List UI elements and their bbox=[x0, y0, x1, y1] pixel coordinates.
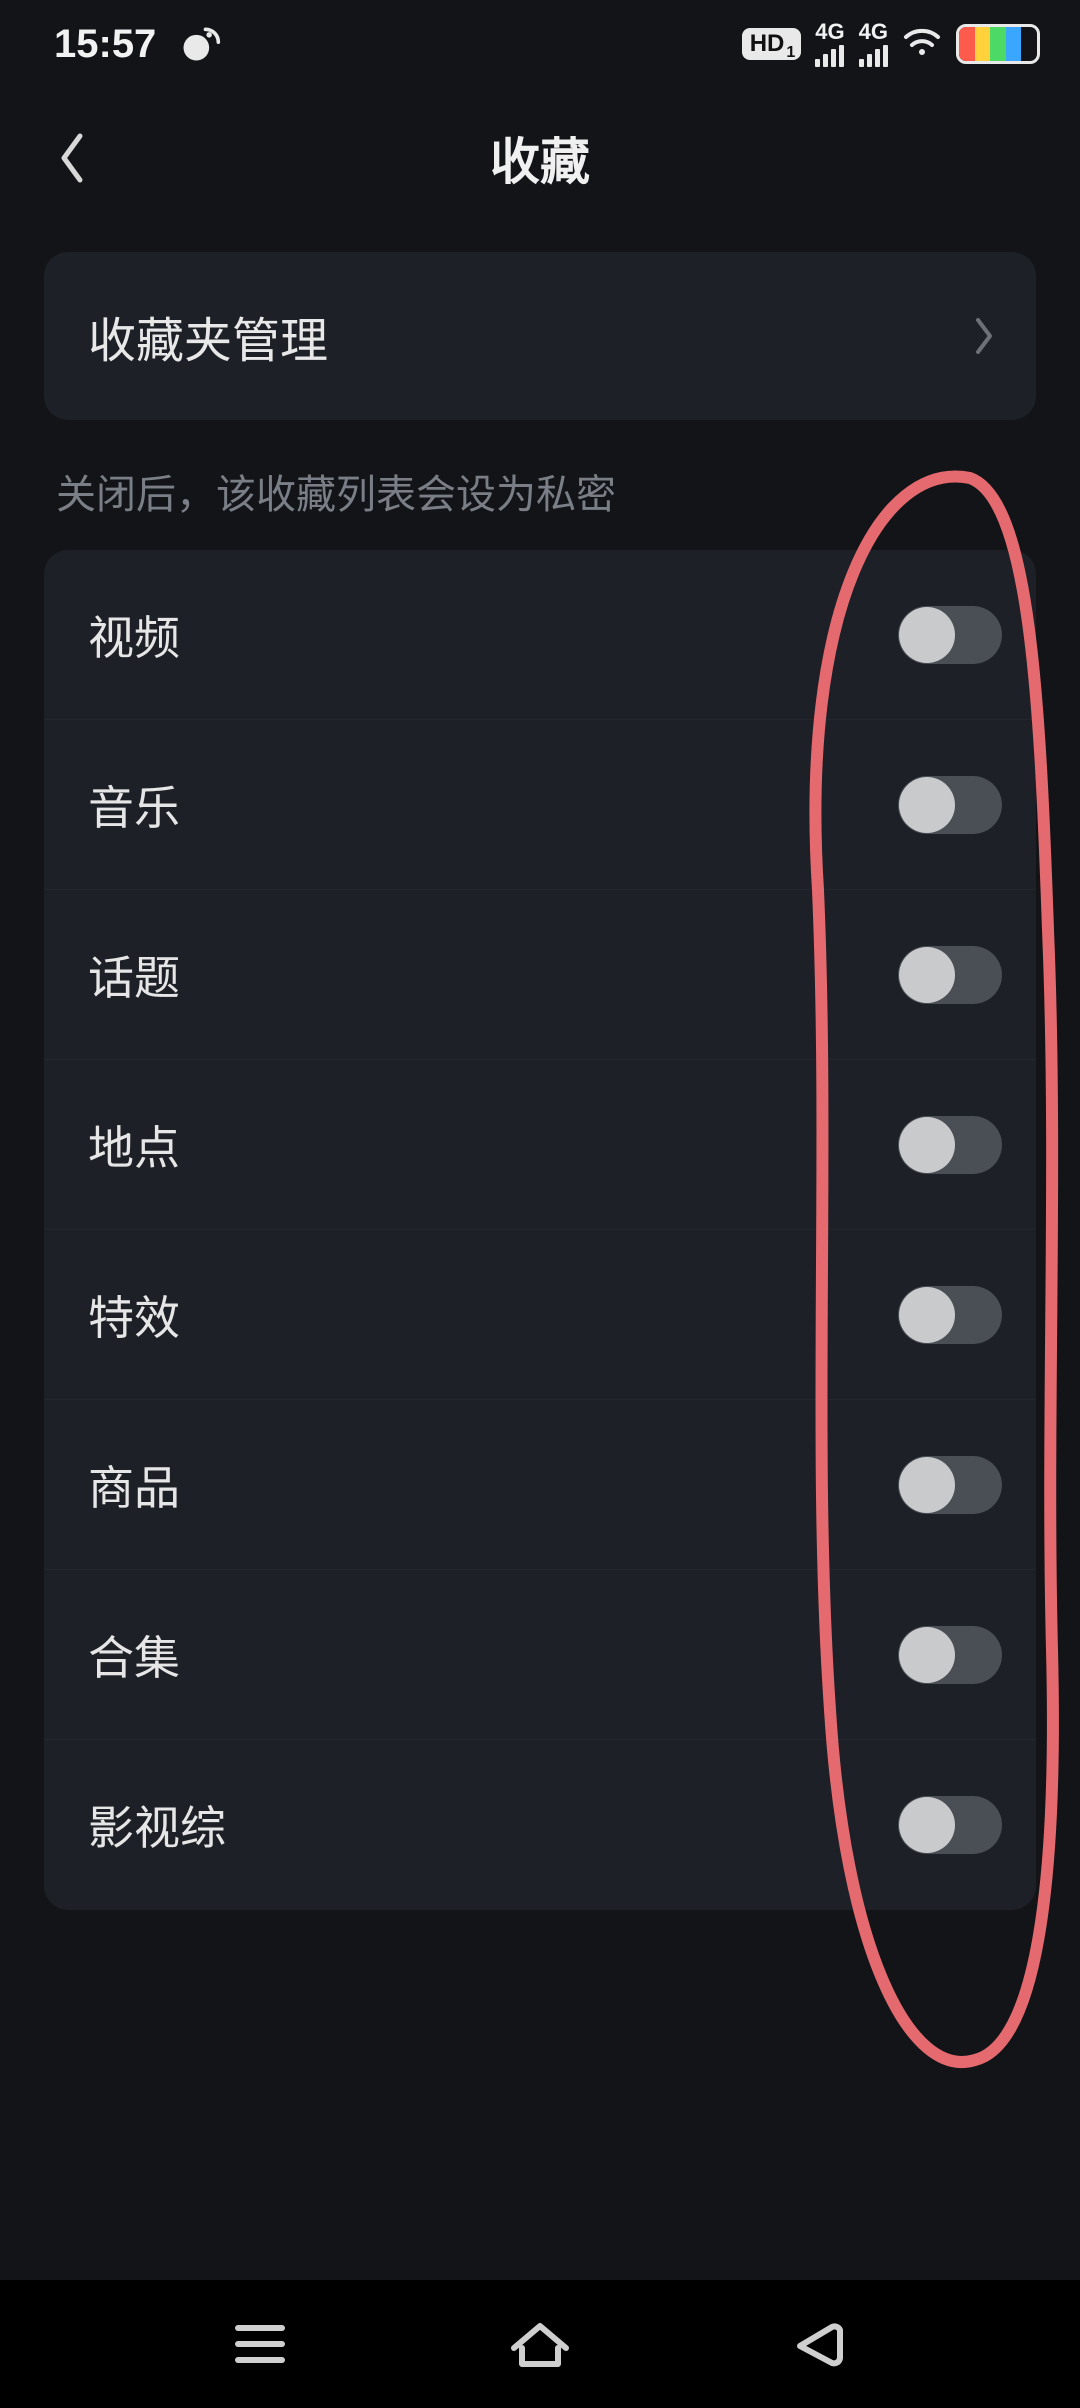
toggle-row: 影视综 bbox=[44, 1740, 1036, 1910]
toggle-row: 合集 bbox=[44, 1570, 1036, 1740]
toggle-label: 音乐 bbox=[88, 772, 180, 838]
toggle-label: 合集 bbox=[88, 1622, 180, 1688]
toggle-row: 地点 bbox=[44, 1060, 1036, 1230]
toggle-switch[interactable] bbox=[898, 946, 1002, 1004]
favorites-management-label: 收藏夹管理 bbox=[88, 301, 328, 371]
toggle-label: 影视综 bbox=[88, 1792, 226, 1858]
toggle-switch[interactable] bbox=[898, 776, 1002, 834]
toggle-label: 商品 bbox=[88, 1452, 180, 1518]
toggle-row: 商品 bbox=[44, 1400, 1036, 1570]
chevron-left-icon bbox=[56, 130, 88, 186]
toggle-switch[interactable] bbox=[898, 1626, 1002, 1684]
toggle-label: 话题 bbox=[88, 942, 180, 1008]
app-header: 收藏 bbox=[0, 88, 1080, 228]
home-icon bbox=[508, 2318, 572, 2370]
toggle-label: 视频 bbox=[88, 602, 180, 668]
nav-home-button[interactable] bbox=[500, 2312, 580, 2376]
favorites-management-row[interactable]: 收藏夹管理 bbox=[44, 252, 1036, 420]
wifi-icon bbox=[902, 22, 942, 67]
toggle-row: 特效 bbox=[44, 1230, 1036, 1400]
hd-badge: HD1 bbox=[742, 28, 802, 60]
toggle-switch[interactable] bbox=[898, 606, 1002, 664]
android-nav-bar bbox=[0, 2280, 1080, 2408]
toggle-label: 地点 bbox=[88, 1112, 180, 1178]
status-time: 15:57 bbox=[54, 22, 156, 67]
privacy-hint: 关闭后，该收藏列表会设为私密 bbox=[44, 420, 1036, 550]
toggle-switch[interactable] bbox=[898, 1796, 1002, 1854]
toggle-row: 视频 bbox=[44, 550, 1036, 720]
menu-icon bbox=[228, 2318, 292, 2370]
toggle-list: 视频音乐话题地点特效商品合集影视综 bbox=[44, 550, 1036, 1910]
toggle-switch[interactable] bbox=[898, 1286, 1002, 1344]
signal-1-icon: 4G bbox=[815, 21, 844, 67]
battery-icon bbox=[956, 24, 1040, 64]
chevron-right-icon bbox=[972, 316, 996, 356]
status-bar: 15:57 HD1 4G 4G bbox=[0, 0, 1080, 88]
back-icon bbox=[788, 2318, 852, 2370]
toggle-switch[interactable] bbox=[898, 1116, 1002, 1174]
toggle-label: 特效 bbox=[88, 1282, 180, 1348]
toggle-row: 音乐 bbox=[44, 720, 1036, 890]
signal-2-icon: 4G bbox=[859, 21, 888, 67]
back-button[interactable] bbox=[36, 122, 108, 194]
nav-back-button[interactable] bbox=[780, 2312, 860, 2376]
weibo-icon bbox=[178, 22, 222, 66]
nav-recent-button[interactable] bbox=[220, 2312, 300, 2376]
toggle-row: 话题 bbox=[44, 890, 1036, 1060]
toggle-switch[interactable] bbox=[898, 1456, 1002, 1514]
page-title: 收藏 bbox=[490, 122, 590, 194]
